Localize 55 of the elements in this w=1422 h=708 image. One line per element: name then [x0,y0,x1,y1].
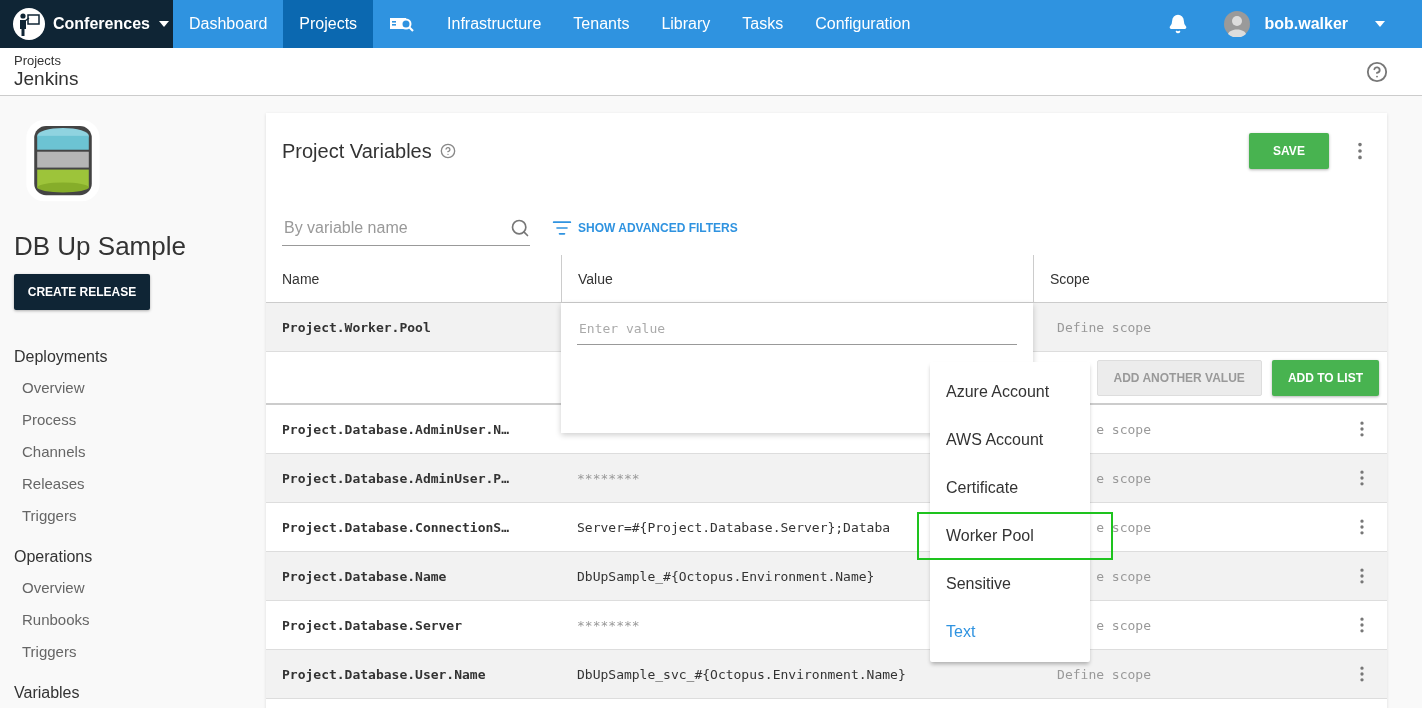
nav-tab[interactable]: Dashboard [173,0,284,48]
advanced-filters-link[interactable]: SHOW ADVANCED FILTERS [552,218,738,238]
variable-value: DbUpSample_#{Octopus.Environment.Name} [577,568,875,584]
variable-value: Server=#{Project.Database.Server};Databa [577,519,891,535]
variable-name: Project.Database.Name [281,568,448,584]
bell-icon[interactable] [1168,14,1189,34]
sidebar-item[interactable]: Overview [14,372,252,404]
menu-item[interactable]: Worker Pool [930,514,1090,558]
help-icon[interactable] [439,143,456,159]
create-release-button[interactable]: CREATE RELEASE [14,274,150,310]
variable-name: Project.Database.AdminUser.P… [281,470,510,486]
presenter-icon [13,8,45,40]
variable-value: ******** [577,617,640,633]
search-icon[interactable] [510,217,530,238]
menu-item[interactable]: Certificate [930,464,1090,512]
nav-tab[interactable]: Projects [283,0,374,48]
menu-item[interactable]: AWS Account [930,416,1090,464]
nav-tab[interactable]: Tenants [557,0,646,48]
variable-name: Project.Database.ConnectionS… [281,519,510,535]
sidebar-item[interactable]: Triggers [14,636,252,668]
user-name[interactable]: bob.walker [1264,15,1348,33]
sidebar-item[interactable]: Channels [14,436,252,468]
menu-item[interactable]: Azure Account [930,368,1090,416]
card-title: Project Variables [282,139,432,163]
sidebar-item[interactable]: Overview [14,572,252,604]
breadcrumb-link[interactable]: Projects [14,53,79,68]
nav-tab[interactable]: Infrastructure [431,0,558,48]
menu-item[interactable]: Text [930,608,1090,656]
nav-tab[interactable]: Tasks [726,0,800,48]
sidebar-item[interactable]: Triggers [14,500,252,532]
card-magnifier-icon [389,15,416,33]
sidebar-item[interactable]: Process [14,404,252,436]
sidebar-section-title[interactable]: Variables [14,684,252,702]
avatar[interactable] [1224,11,1251,37]
caret-icon[interactable] [1374,20,1386,28]
filter-icon [552,218,572,238]
space-switcher[interactable]: Conferences [0,0,173,48]
sidebar-section-title[interactable]: Deployments [14,348,252,366]
variable-name: Project.Worker.Pool [281,319,432,335]
nav-tab[interactable]: Configuration [799,0,927,48]
sidebar-item[interactable]: Runbooks [14,604,252,636]
variable-name: Project.Database.Server [281,617,463,633]
menu-item[interactable]: Sensitive [930,560,1090,608]
nav-tab[interactable]: Library [645,0,727,48]
caret-icon [157,20,170,28]
sidebar-item[interactable]: Releases [14,468,252,500]
page-title: Jenkins [14,68,79,90]
help-icon[interactable] [1366,60,1388,83]
project-name: DB Up Sample [14,231,187,263]
variable-value: DbUpSample_svc_#{Octopus.Environment.Name} [577,666,906,682]
search-field[interactable]: By variable name [282,217,510,238]
variable-name: Project.Database.AdminUser.N… [281,421,510,437]
variable-name: Project.Database.User.Name [281,666,487,682]
sidebar-section-title[interactable]: Operations [14,548,252,566]
variable-value: ******** [577,470,640,486]
